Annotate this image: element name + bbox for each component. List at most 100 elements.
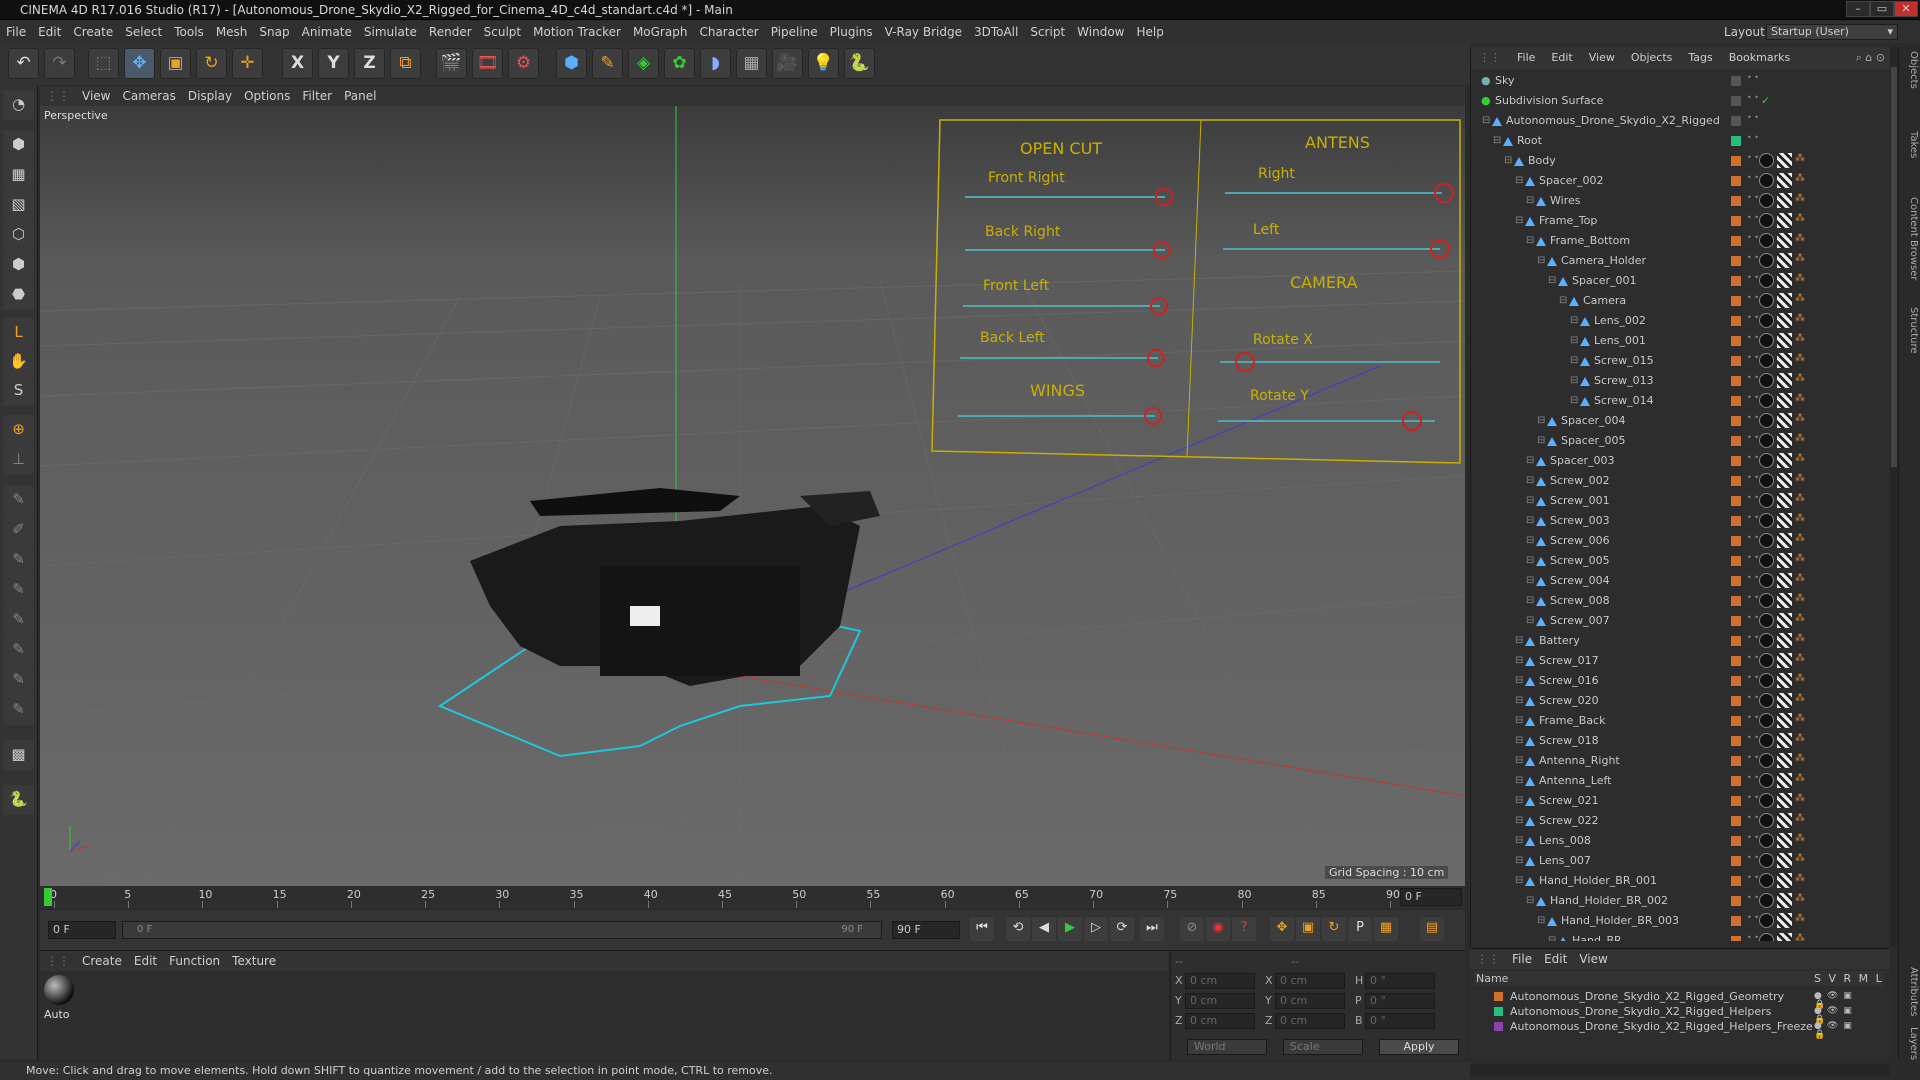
- visibility-dots-icon[interactable]: • •: [1747, 274, 1759, 288]
- object-row-camera-holder[interactable]: ⊟ Camera_Holder • • ⁂: [1471, 251, 1886, 271]
- pull-icon[interactable]: ✎: [3, 575, 34, 605]
- material-tag-icon[interactable]: [1759, 313, 1774, 328]
- expand-toggle-icon[interactable]: ⊟: [1515, 811, 1523, 831]
- material-tag-icon[interactable]: [1759, 213, 1774, 228]
- object-row-screw-022[interactable]: ⊟ Screw_022 • • ⁂: [1471, 811, 1886, 831]
- object-row-screw-020[interactable]: ⊟ Screw_020 • • ⁂: [1471, 691, 1886, 711]
- camera-icon[interactable]: 🎥: [772, 48, 803, 79]
- floor-icon[interactable]: ▦: [736, 48, 767, 79]
- key-position-icon[interactable]: ✥: [1270, 917, 1294, 941]
- coord-scale-dropdown[interactable]: Scale: [1283, 1039, 1363, 1055]
- expand-toggle-icon[interactable]: ⊟: [1515, 871, 1523, 891]
- expand-toggle-icon[interactable]: ⊟: [1526, 571, 1534, 591]
- layer-row[interactable]: Autonomous_Drone_Skydio_X2_Rigged_Helper…: [1474, 1019, 1884, 1040]
- object-row-screw-008[interactable]: ⊟ Screw_008 • • ⁂: [1471, 591, 1886, 611]
- expand-toggle-icon[interactable]: ⊟: [1548, 931, 1556, 941]
- layer-row[interactable]: Autonomous_Drone_Skydio_X2_Rigged_Helper…: [1474, 1004, 1884, 1025]
- x-axis-icon[interactable]: X: [282, 48, 313, 79]
- coord-field[interactable]: 0 °: [1365, 1013, 1435, 1029]
- side-tab-structure[interactable]: Structure: [1901, 307, 1919, 354]
- object-row-frame-top[interactable]: ⊟ Frame_Top • • ⁂: [1471, 211, 1886, 231]
- visibility-dots-icon[interactable]: • •: [1747, 354, 1759, 368]
- mask-icon[interactable]: ▩: [3, 740, 34, 770]
- redo-icon[interactable]: ↷: [44, 48, 75, 79]
- ik-tag-icon[interactable]: ⁂: [1795, 714, 1807, 726]
- object-row-lens-001[interactable]: ⊟ Lens_001 • • ⁂: [1471, 331, 1886, 351]
- pinch-icon[interactable]: ✎: [3, 665, 34, 695]
- material-tag-icon[interactable]: [1759, 793, 1774, 808]
- layer-color-swatch[interactable]: [1731, 236, 1741, 246]
- texture-tag-icon[interactable]: [1777, 713, 1792, 728]
- ik-tag-icon[interactable]: ⁂: [1795, 734, 1807, 746]
- material-tag-icon[interactable]: [1759, 833, 1774, 848]
- menu-file[interactable]: File: [0, 21, 32, 43]
- layer-color-swatch[interactable]: [1731, 736, 1741, 746]
- material-tag-icon[interactable]: [1759, 453, 1774, 468]
- material-tag-icon[interactable]: [1759, 533, 1774, 548]
- material-menu-function[interactable]: Function: [163, 951, 226, 971]
- visibility-dots-icon[interactable]: • •: [1747, 534, 1759, 548]
- expand-toggle-icon[interactable]: ⊟: [1570, 351, 1578, 371]
- viewport-perspective[interactable]: OPEN CUT ANTENS CAMERA WINGS Front Right…: [40, 106, 1465, 886]
- side-tab-takes[interactable]: Takes: [1901, 131, 1919, 158]
- material-tag-icon[interactable]: [1759, 373, 1774, 388]
- object-menu-file[interactable]: File: [1509, 47, 1543, 69]
- material-menu-texture[interactable]: Texture: [226, 951, 282, 971]
- autokey-icon[interactable]: ◉: [1206, 917, 1230, 941]
- coord-field[interactable]: 0 cm: [1275, 1013, 1345, 1029]
- axis-mode-icon[interactable]: L: [3, 318, 34, 348]
- material-tag-icon[interactable]: [1759, 293, 1774, 308]
- flatten-icon[interactable]: ✎: [3, 605, 34, 635]
- coord-field[interactable]: 0 °: [1365, 973, 1435, 989]
- texture-tag-icon[interactable]: [1777, 733, 1792, 748]
- object-row-antenna-left[interactable]: ⊟ Antenna_Left • • ⁂: [1471, 771, 1886, 791]
- texture-tag-icon[interactable]: [1777, 593, 1792, 608]
- next-key-icon[interactable]: ⟳: [1110, 917, 1134, 941]
- object-row-autonomous-drone-skydio-x2-rigged[interactable]: ⊟ Autonomous_Drone_Skydio_X2_Rigged • •: [1471, 111, 1886, 131]
- texture-mode-icon[interactable]: ▦: [3, 160, 34, 190]
- move-icon[interactable]: ✥: [124, 48, 155, 79]
- layer-color-swatch[interactable]: [1731, 676, 1741, 686]
- end-frame-field[interactable]: 90 F: [892, 921, 960, 939]
- visibility-dots-icon[interactable]: • •: [1747, 474, 1759, 488]
- material-tag-icon[interactable]: [1759, 253, 1774, 268]
- menu-simulate[interactable]: Simulate: [358, 21, 423, 43]
- texture-tag-icon[interactable]: [1777, 473, 1792, 488]
- layer-color-swatch[interactable]: [1731, 316, 1741, 326]
- layer-color-swatch[interactable]: [1731, 656, 1741, 666]
- material-tag-icon[interactable]: [1759, 713, 1774, 728]
- texture-tag-icon[interactable]: [1777, 353, 1792, 368]
- texture-tag-icon[interactable]: [1777, 333, 1792, 348]
- render-picture-viewer-icon[interactable]: 🎞: [472, 48, 503, 79]
- material-menu-create[interactable]: Create: [76, 951, 128, 971]
- object-row-screw-018[interactable]: ⊟ Screw_018 • • ⁂: [1471, 731, 1886, 751]
- object-row-screw-001[interactable]: ⊟ Screw_001 • • ⁂: [1471, 491, 1886, 511]
- layer-color-swatch[interactable]: [1731, 856, 1741, 866]
- expand-toggle-icon[interactable]: ⊟: [1515, 171, 1523, 191]
- ik-tag-icon[interactable]: ⁂: [1795, 814, 1807, 826]
- texture-tag-icon[interactable]: [1777, 853, 1792, 868]
- layer-color-swatch[interactable]: [1731, 596, 1741, 606]
- layer-row[interactable]: Autonomous_Drone_Skydio_X2_Rigged_Geomet…: [1474, 989, 1884, 1010]
- visibility-dots-icon[interactable]: • •: [1747, 194, 1759, 208]
- layer-color-swatch[interactable]: [1731, 616, 1741, 626]
- ik-tag-icon[interactable]: ⁂: [1795, 354, 1807, 366]
- texture-tag-icon[interactable]: [1777, 373, 1792, 388]
- texture-tag-icon[interactable]: [1777, 153, 1792, 168]
- layer-color-swatch[interactable]: [1731, 76, 1741, 86]
- timeline-window-icon[interactable]: ▤: [1420, 917, 1444, 941]
- material-tag-icon[interactable]: [1759, 733, 1774, 748]
- viewport-menu-panel[interactable]: Panel: [338, 86, 382, 106]
- ik-tag-icon[interactable]: ⁂: [1795, 434, 1807, 446]
- ik-tag-icon[interactable]: ⁂: [1795, 454, 1807, 466]
- visibility-dots-icon[interactable]: • •: [1747, 454, 1759, 468]
- visibility-dots-icon[interactable]: • •: [1747, 614, 1759, 628]
- scrollbar-thumb[interactable]: [1891, 67, 1897, 467]
- layer-color-swatch[interactable]: [1731, 716, 1741, 726]
- expand-toggle-icon[interactable]: ⊟: [1526, 451, 1534, 471]
- layer-hscrollbar[interactable]: [1470, 1064, 1890, 1076]
- layer-menu-file[interactable]: File: [1506, 949, 1538, 969]
- live-selection-icon[interactable]: ⬚: [88, 48, 119, 79]
- pen-icon[interactable]: ✎: [592, 48, 623, 79]
- workplane-icon[interactable]: ▧: [3, 190, 34, 220]
